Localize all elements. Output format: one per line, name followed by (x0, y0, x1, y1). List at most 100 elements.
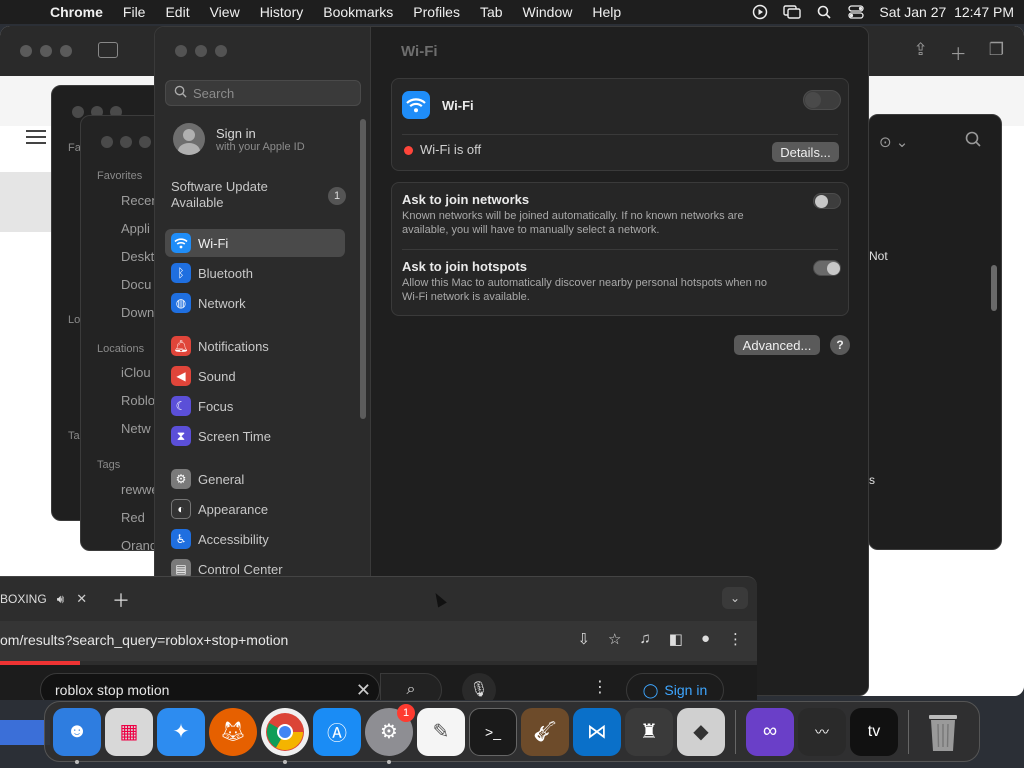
side-panel-icon[interactable]: ◧ (669, 630, 683, 648)
more-options-icon[interactable]: ⊙ ⌄ (879, 133, 908, 151)
sidebar-item-screen-time[interactable]: ⧗ Screen Time (165, 422, 345, 450)
app-store-icon[interactable]: Ⓐ (313, 707, 361, 756)
finder-tag-orange[interactable]: Orang (121, 538, 157, 550)
close-window-dot[interactable] (72, 106, 84, 118)
wifi-toggle[interactable] (803, 90, 841, 110)
chrome-tab[interactable]: BOXING 🔊︎ ✕ (0, 585, 100, 613)
menu-view[interactable]: View (200, 4, 250, 20)
menu-history[interactable]: History (250, 4, 314, 20)
finder-item-icloud[interactable]: iClou (121, 365, 151, 380)
finder-item-network[interactable]: Netw (121, 421, 151, 436)
youtube-signin-label: Sign in (664, 682, 708, 698)
finder-item-desktop[interactable]: Deskt (121, 249, 154, 264)
profile-icon[interactable]: ● (701, 630, 710, 648)
sidebar-item-general[interactable]: ⚙ General (165, 465, 345, 493)
menu-bookmarks[interactable]: Bookmarks (313, 4, 403, 20)
terminal-icon[interactable]: >_ (469, 707, 517, 756)
apple-id-signin[interactable]: Sign in with your Apple ID (173, 123, 305, 155)
scrollbar-thumb[interactable] (991, 265, 997, 311)
media-control-icon[interactable]: ♫ (640, 630, 651, 648)
new-tab-plus-icon[interactable]: ＋ (950, 40, 967, 65)
wifi-details-button[interactable]: Details... (772, 142, 839, 162)
safari-icon[interactable]: ✦ (157, 707, 205, 756)
minimize-window-dot[interactable] (195, 45, 207, 57)
clear-search-icon[interactable]: ✕ (356, 680, 371, 700)
share-icon[interactable]: ⇪ (914, 40, 928, 65)
zoom-window-dot[interactable] (60, 45, 72, 57)
tab-search-dropdown-icon[interactable]: ⌄ (722, 587, 748, 609)
finder-item-downloads[interactable]: Down (121, 305, 154, 320)
minimize-window-dot[interactable] (120, 136, 132, 148)
visual-studio-icon[interactable]: ∞ (746, 707, 794, 756)
apple-tv-icon[interactable]: tv (850, 707, 898, 756)
close-window-dot[interactable] (175, 45, 187, 57)
install-app-icon[interactable]: ⇩ (577, 630, 590, 648)
sidebar-item-bluetooth[interactable]: ᛒ Bluetooth (165, 259, 345, 287)
system-settings-icon[interactable]: ⚙ 1 (365, 703, 415, 764)
youtube-search-button[interactable]: ⌕ (380, 673, 442, 700)
finder-item-documents[interactable]: Docu (121, 277, 151, 292)
close-window-dot[interactable] (101, 136, 113, 148)
help-button[interactable]: ? (830, 335, 850, 355)
sidebar-item-wifi[interactable]: Wi-Fi (165, 229, 345, 257)
tab-audio-icon[interactable]: 🔊︎ (57, 592, 65, 607)
spotlight-search-icon[interactable] (815, 5, 833, 19)
youtube-signin-button[interactable]: ◯ Sign in (626, 673, 724, 700)
ask-join-networks-toggle[interactable] (813, 193, 841, 209)
screen-mirroring-icon[interactable] (783, 5, 802, 19)
sidebar-scrollbar[interactable] (360, 119, 366, 419)
tab-overview-icon[interactable]: ❐ (989, 40, 1004, 65)
control-center-toggle-icon[interactable] (847, 5, 865, 19)
menu-chrome[interactable]: Chrome (40, 4, 113, 20)
garageband-icon[interactable]: 🎸︎ (521, 707, 569, 756)
menu-profiles[interactable]: Profiles (403, 4, 470, 20)
trash-icon[interactable] (919, 708, 967, 756)
activity-monitor-icon[interactable]: 〰 (798, 707, 846, 756)
finder-item-applications[interactable]: Appli (121, 221, 150, 236)
finder-icon[interactable]: ☻ (53, 707, 101, 764)
address-url[interactable]: om/results?search_query=roblox+stop+moti… (0, 632, 288, 648)
advanced-button[interactable]: Advanced... (734, 335, 820, 355)
ask-join-hotspots-toggle[interactable] (813, 260, 841, 276)
chrome-icon[interactable] (261, 707, 309, 764)
sidebar-item-network[interactable]: ◍ Network (165, 289, 345, 317)
close-window-dot[interactable] (20, 45, 32, 57)
launchpad-icon[interactable]: ▦ (105, 707, 153, 756)
sidebar-toggle-icon[interactable] (98, 42, 118, 58)
zoom-window-dot[interactable] (215, 45, 227, 57)
hamburger-menu-icon[interactable] (26, 130, 46, 144)
play-circle-icon[interactable] (751, 4, 769, 20)
menu-help[interactable]: Help (582, 4, 631, 20)
search-icon[interactable] (965, 131, 981, 152)
finder-item-recents[interactable]: Recen (121, 193, 159, 208)
tab-close-icon[interactable]: ✕ (76, 591, 87, 607)
finder-tag-rewwe[interactable]: rewwe (121, 482, 159, 497)
youtube-search-box[interactable]: roblox stop motion ✕ (40, 673, 380, 700)
firefox-icon[interactable]: 🦊︎ (209, 707, 257, 756)
vscode-icon[interactable]: ⋈ (573, 707, 621, 756)
finder-item-roblox[interactable]: Roblo (121, 393, 155, 408)
new-tab-button[interactable]: ＋ (112, 587, 130, 613)
sidebar-item-notifications[interactable]: 🔔︎ Notifications (165, 332, 345, 360)
roblox-icon[interactable]: ◆ (677, 707, 725, 756)
menu-bar-clock[interactable]: Sat Jan 27 12:47 PM (879, 4, 1014, 20)
menu-window[interactable]: Window (513, 4, 583, 20)
menu-edit[interactable]: Edit (155, 4, 199, 20)
finder-tag-red[interactable]: Red (121, 510, 145, 525)
menu-tab[interactable]: Tab (470, 4, 513, 20)
bartender-icon[interactable]: ♜ (625, 707, 673, 756)
sidebar-item-focus[interactable]: ☾ Focus (165, 392, 345, 420)
youtube-more-icon[interactable]: ⋮ (592, 677, 608, 697)
bookmark-star-icon[interactable]: ☆ (608, 630, 621, 648)
minimize-window-dot[interactable] (40, 45, 52, 57)
chrome-menu-icon[interactable]: ⋮ (728, 630, 743, 648)
sidebar-item-accessibility[interactable]: ♿︎ Accessibility (165, 525, 345, 553)
microphone-icon[interactable]: 🎙︎ (462, 673, 496, 700)
sidebar-item-sound[interactable]: ◀︎ Sound (165, 362, 345, 390)
menu-file[interactable]: File (113, 4, 156, 20)
textedit-icon[interactable]: ✎ (417, 707, 465, 756)
software-update-item[interactable]: Software Update Available 1 (171, 179, 346, 211)
sidebar-item-appearance[interactable]: ◐ Appearance (165, 495, 345, 523)
settings-search-input[interactable] (193, 85, 353, 101)
zoom-window-dot[interactable] (139, 136, 151, 148)
